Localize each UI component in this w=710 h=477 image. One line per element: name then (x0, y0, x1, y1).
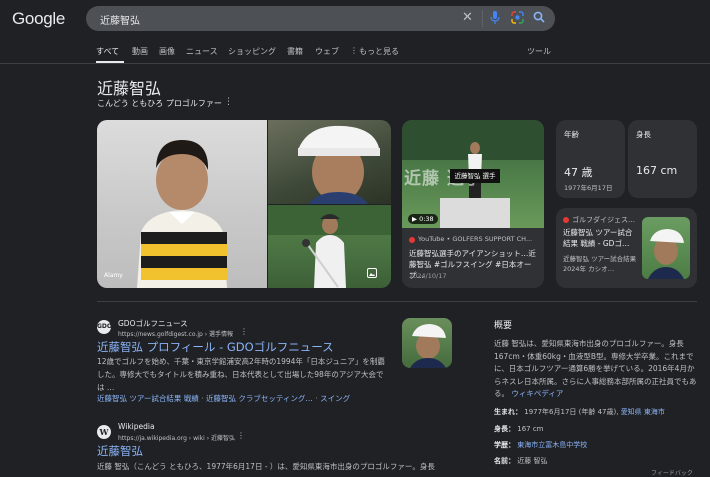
news-source: ゴルフダイジェス… (572, 216, 635, 224)
google-logo[interactable]: Google (12, 9, 65, 29)
birth-date: 1977年6月17日 (564, 184, 613, 192)
video-caption: 近藤智弘 選手 (450, 169, 500, 183)
news-card[interactable]: ゴルフダイジェス… 近藤智弘 ツアー試合結果 戦績 - GDゴ… 近藤智弘 ツア… (556, 208, 697, 288)
age-label: 年齢 (564, 130, 579, 139)
fact-link[interactable]: 愛知県 東海市 (621, 408, 665, 416)
result-title[interactable]: 近藤智弘 プロフィール - GDOゴルフニュース (97, 339, 334, 355)
youtube-icon (409, 237, 415, 243)
fact-value: 近藤 智弘 (517, 457, 548, 465)
height-value: 167 cm (636, 164, 678, 177)
video-source: YouTube • GOLFERS SUPPORT CH... (418, 235, 533, 243)
entity-image-3[interactable] (268, 205, 391, 288)
search-box[interactable] (86, 6, 555, 31)
result-site-name: GDOゴルフニュース (118, 319, 188, 328)
tab-images[interactable]: 画像 (159, 46, 175, 57)
news-title[interactable]: 近藤智弘 ツアー試合結果 戦績 - GDゴ… (563, 227, 639, 249)
result-snippet-2: 近藤 智弘（こんどう ともひろ、1977年6月17日 - ）は、愛知県東海市出身… (97, 462, 435, 471)
video-thumbnail[interactable]: 近藤 選手 近藤智弘 選手 ▶ 0:38 (402, 120, 544, 228)
header-divider (0, 63, 710, 64)
overview-heading: 概要 (494, 321, 513, 331)
video-duration: ▶ 0:38 (408, 214, 438, 224)
tab-shopping[interactable]: ショッピング (228, 46, 276, 57)
fact-label: 学歴： (494, 441, 515, 449)
gdo-favicon: GDO (97, 320, 112, 334)
video-card[interactable]: 近藤 選手 近藤智弘 選手 ▶ 0:38 YouTube • GOLFERS S… (402, 120, 544, 288)
tab-books[interactable]: 書籍 (287, 46, 303, 57)
entity-title: 近藤智弘 (97, 79, 162, 98)
fact-label: 身長： (494, 425, 515, 433)
result-url[interactable]: https://news.golfdigest.co.jp › 選手情報 (118, 329, 233, 338)
news-thumbnail[interactable] (642, 217, 690, 279)
height-card[interactable]: 身長 167 cm (628, 120, 697, 198)
fact-born: 生まれ： 1977年6月17日 (年齢 47歳), 愛知県 東海市 (494, 407, 665, 417)
result-sitelinks: 近藤智弘 ツアー試合結果 戦績 · 近藤智弘 クラブセッティング… · スイング (97, 394, 351, 403)
more-options-icon[interactable]: ⋮ (224, 97, 233, 107)
wikipedia-favicon: W (97, 425, 111, 439)
fact-link[interactable]: 東海市立富木島中学校 (517, 441, 587, 449)
fact-education: 学歴： 東海市立富木島中学校 (494, 440, 587, 450)
result-title-2[interactable]: 近藤智弘 (97, 443, 143, 459)
sitelink-results[interactable]: 近藤智弘 ツアー試合結果 戦績 (97, 394, 199, 403)
fact-label: 生まれ： (494, 408, 522, 416)
tab-all[interactable]: すべて (96, 46, 119, 57)
tab-more[interactable]: もっと見る (359, 46, 399, 57)
video-date: 2024/10/17 (409, 272, 447, 280)
sitelink-swing[interactable]: スイング (320, 394, 350, 403)
result-menu-icon-2[interactable]: ⋮ (237, 431, 245, 440)
result-menu-icon[interactable]: ⋮ (240, 327, 248, 336)
result-snippet: 12歳でゴルフを始め、千葉・東京学館浦安高2年時の1994年「日本ジュニア」を制… (97, 357, 385, 392)
lens-icon[interactable] (511, 11, 524, 24)
fact-label: 名前： (494, 457, 515, 465)
sitelink-clubs[interactable]: 近藤智弘 クラブセッティング… (206, 394, 313, 403)
search-icon[interactable] (533, 11, 545, 23)
tab-web[interactable]: ウェブ (315, 46, 339, 57)
feedback-link[interactable]: フィードバック (651, 468, 693, 477)
height-label: 身長 (636, 130, 651, 139)
news-snippet: 近藤智弘 ツアー試合結果 2024年 カシオ… (563, 255, 637, 273)
fact-height: 身長： 167 cm (494, 424, 544, 434)
image-credit: Alamy (104, 272, 123, 279)
tools-button[interactable]: ツール (527, 46, 551, 57)
tab-videos[interactable]: 動画 (132, 46, 148, 57)
fact-value: 167 cm (517, 425, 544, 433)
search-divider (482, 10, 483, 27)
entity-image-2[interactable] (268, 120, 391, 204)
result-url-2[interactable]: https://ja.wikipedia.org › wiki › 近藤智弘 (118, 433, 235, 442)
entity-main-image[interactable] (97, 120, 267, 288)
age-card[interactable]: 年齢 47 歳 1977年6月17日 (556, 120, 625, 198)
clear-icon[interactable]: ✕ (462, 10, 473, 25)
microphone-icon[interactable] (490, 10, 500, 25)
tab-news[interactable]: ニュース (186, 46, 218, 57)
news-source-icon (563, 217, 569, 223)
more-dots-icon: ⋮ (350, 46, 358, 55)
entity-subtitle: こんどう ともひろ プロゴルファー (97, 99, 222, 108)
result-thumbnail[interactable] (402, 318, 452, 368)
fact-value: 1977年6月17日 (年齢 47歳), (524, 408, 621, 416)
fact-name: 名前： 近藤 智弘 (494, 456, 547, 466)
wikipedia-link[interactable]: ウィキペディア (511, 389, 563, 398)
result-site-name-2: Wikipedia (118, 422, 155, 431)
video-duration-text: 0:38 (419, 215, 434, 223)
search-input[interactable]: 近藤智弘 (100, 12, 140, 27)
overview-description: 近藤 智弘は、愛知県東海市出身のプロゴルファー。身長167cm・体重60kg・血… (494, 338, 699, 401)
section-divider (97, 301, 697, 302)
image-gallery-icon[interactable] (367, 268, 377, 278)
age-value: 47 歳 (564, 166, 593, 179)
